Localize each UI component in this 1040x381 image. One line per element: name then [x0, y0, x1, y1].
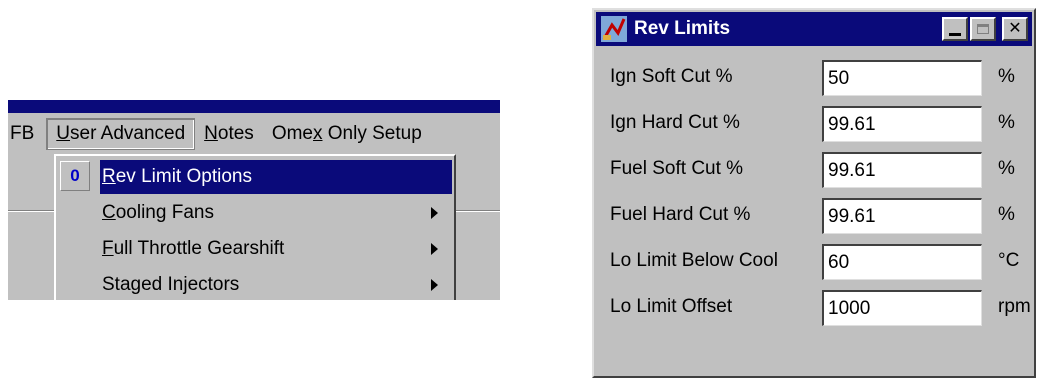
window-title-strip	[8, 100, 500, 113]
field-unit: %	[998, 112, 1015, 133]
ign-hard-cut-input[interactable]: 99.61	[822, 106, 982, 142]
menu-item-text: ev Limit Options	[115, 166, 252, 187]
field-unit: %	[998, 204, 1015, 225]
row-lo-limit-offset: Lo Limit Offset 1000 rpm	[594, 286, 1034, 332]
menu-notes-label: otes	[217, 123, 254, 144]
field-label: Ign Hard Cut %	[610, 112, 740, 133]
submenu-arrow-icon	[431, 279, 438, 291]
close-button[interactable]: ✕	[1002, 17, 1028, 41]
row-ign-soft-cut: Ign Soft Cut % 50 %	[594, 56, 1034, 102]
minimize-button[interactable]	[942, 17, 968, 41]
field-label: Ign Soft Cut %	[610, 66, 733, 87]
close-icon: ✕	[1008, 20, 1022, 37]
menu-item-label: Staged Injectors	[102, 274, 239, 296]
rev-limit-icon: 0	[60, 161, 90, 191]
menu-notes-accel: N	[204, 123, 218, 144]
field-label: Lo Limit Below Cool	[610, 250, 778, 271]
menu-item-text: Staged Injectors	[102, 274, 240, 295]
dialog-title: Rev Limits	[634, 18, 731, 39]
menu-omex-post: Only Setup	[322, 123, 422, 144]
field-unit: %	[998, 158, 1015, 179]
menu-item-label: Cooling Fans	[102, 202, 214, 224]
menu-item-cooling-fans[interactable]: Cooling Fans	[58, 196, 452, 230]
submenu-arrow-icon	[431, 243, 438, 255]
rev-limits-dialog: Rev Limits ✕ Ign Soft Cut % 50 % Ign Har…	[592, 8, 1036, 378]
field-unit: %	[998, 66, 1015, 87]
user-advanced-dropdown: 0 Rev Limit Options Cooling Fans Full Th…	[54, 154, 456, 300]
menu-screenshot: FB User Advanced Notes Omex Only Setup 0…	[8, 100, 500, 300]
field-label: Lo Limit Offset	[610, 296, 733, 317]
menu-user-advanced-label: ser Advanced	[70, 123, 186, 144]
menu-item-label: Rev Limit Options	[102, 166, 252, 188]
field-unit: rpm	[998, 296, 1031, 317]
menu-item-text: ooling Fans	[115, 202, 214, 223]
lo-limit-offset-input[interactable]: 1000	[822, 290, 982, 326]
menu-item-rev-limit-options[interactable]: Rev Limit Options	[100, 160, 452, 194]
row-fuel-hard-cut: Fuel Hard Cut % 99.61 %	[594, 194, 1034, 240]
minimize-icon	[949, 32, 961, 36]
field-label: Fuel Soft Cut %	[610, 158, 744, 179]
menu-item-accel: F	[102, 238, 114, 259]
app-icon	[601, 16, 627, 42]
menu-user-advanced[interactable]: User Advanced	[46, 118, 196, 150]
row-fuel-soft-cut: Fuel Soft Cut % 99.61 %	[594, 148, 1034, 194]
row-lo-limit-below-cool: Lo Limit Below Cool 60 °C	[594, 240, 1034, 286]
lo-limit-below-cool-input[interactable]: 60	[822, 244, 982, 280]
ign-soft-cut-input[interactable]: 50	[822, 60, 982, 96]
menu-notes[interactable]: Notes	[195, 123, 263, 145]
row-ign-hard-cut: Ign Hard Cut % 99.61 %	[594, 102, 1034, 148]
title-bar[interactable]: Rev Limits ✕	[596, 12, 1032, 46]
rev-limit-icon-glyph: 0	[70, 166, 80, 185]
menu-item-text: ull Throttle Gearshift	[113, 238, 285, 259]
field-label: Fuel Hard Cut %	[610, 204, 751, 225]
fuel-hard-cut-input[interactable]: 99.61	[822, 198, 982, 234]
menu-item-accel: C	[102, 202, 116, 223]
window-controls: ✕	[942, 17, 1028, 41]
maximize-button[interactable]	[970, 17, 996, 41]
menu-user-advanced-accel: U	[56, 123, 71, 144]
menu-omex-pre: Ome	[271, 123, 313, 144]
field-unit: °C	[998, 250, 1020, 271]
menu-omex-only-setup[interactable]: Omex Only Setup	[263, 123, 431, 145]
maximize-icon	[977, 24, 989, 34]
menu-item-accel: R	[102, 166, 116, 187]
menu-item-staged-injectors[interactable]: Staged Injectors	[58, 268, 452, 300]
menu-fb[interactable]: FB	[8, 123, 46, 145]
menu-bar: FB User Advanced Notes Omex Only Setup	[8, 114, 500, 154]
fuel-soft-cut-input[interactable]: 99.61	[822, 152, 982, 188]
menu-item-label: Full Throttle Gearshift	[102, 238, 284, 260]
submenu-arrow-icon	[431, 207, 438, 219]
menu-item-full-throttle-gearshift[interactable]: Full Throttle Gearshift	[58, 232, 452, 266]
menu-omex-accel: x	[313, 123, 323, 144]
